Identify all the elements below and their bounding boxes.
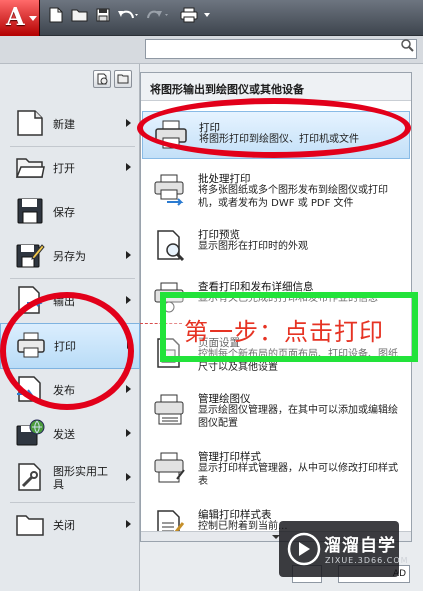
- menu-item-label: 图形实用工具: [53, 465, 108, 491]
- menu-item-close[interactable]: 关闭: [0, 503, 140, 547]
- submenu-item-description: 将图形打印到绘图仪、打印机或文件: [199, 134, 359, 145]
- plot-preview-icon: [157, 230, 185, 262]
- plot-style-manager-icon: [154, 452, 185, 483]
- save-as-icon: [16, 244, 45, 268]
- chevron-right-icon: [127, 341, 132, 349]
- submenu-item-print[interactable]: 打印 将图形打印到绘图仪、打印机或文件: [142, 111, 410, 159]
- open-icon[interactable]: [70, 6, 90, 24]
- submenu-item-description: 显示绘图仪管理器，在其中可以添加或编辑绘图仪配置: [198, 405, 398, 429]
- chevron-right-icon: [126, 429, 131, 437]
- watermark-logo-icon: [287, 532, 321, 566]
- search-icon[interactable]: [400, 38, 414, 55]
- chevron-right-icon: [126, 163, 131, 171]
- submenu-item-description: 显示图形在打印时的外观: [198, 241, 308, 252]
- menu-item-print[interactable]: 打印: [0, 323, 140, 369]
- redo-icon[interactable]: [146, 6, 170, 24]
- menu-item-drawing-utilities[interactable]: 图形实用工具: [0, 456, 140, 500]
- recent-documents-icon[interactable]: [93, 70, 111, 88]
- export-icon: [18, 286, 43, 314]
- menu-item-open[interactable]: 打开: [0, 146, 140, 190]
- submenu-item-batch-plot[interactable]: 批处理打印 将多张图纸或多个图形发布到绘图仪或打印机，或者发布为 DWF 或 P…: [142, 171, 410, 217]
- menu-item-label: 新建: [53, 117, 75, 131]
- annotation-text: 第一步：点击打印: [184, 318, 384, 346]
- submenu-title: 将图形输出到绘图仪或其他设备: [150, 83, 304, 96]
- printer-icon: [17, 332, 45, 358]
- menu-item-label: 打开: [53, 161, 75, 175]
- submenu-header: 将图形输出到绘图仪或其他设备: [141, 73, 411, 101]
- menu-item-label: 打印: [54, 339, 76, 353]
- plotter-manager-icon: [154, 394, 184, 425]
- undo-icon[interactable]: [116, 6, 140, 24]
- menu-item-label: 发布: [53, 383, 75, 397]
- submenu-item-plot-preview[interactable]: 打印预览 显示图形在打印时的外观: [142, 227, 410, 263]
- batch-plot-icon: [154, 174, 184, 206]
- chevron-right-icon: [126, 473, 131, 481]
- menu-item-new[interactable]: 新建: [0, 102, 140, 146]
- chevron-right-icon: [126, 251, 131, 259]
- menu-item-send[interactable]: 发送: [0, 412, 140, 456]
- save-icon[interactable]: [95, 6, 111, 24]
- application-menu-button[interactable]: A: [0, 0, 40, 36]
- menu-item-label: 保存: [53, 205, 75, 219]
- app-logo-icon: A: [6, 2, 25, 31]
- new-icon[interactable]: [48, 6, 64, 24]
- submenu-item-description: 显示打印样式管理器，从中可以修改打印样式表: [198, 463, 398, 487]
- title-bar: A: [0, 0, 423, 36]
- menu-item-label: 另存为: [53, 249, 86, 263]
- submenu-item-description: 将多张图纸或多个图形发布到绘图仪或打印机，或者发布为 DWF 或 PDF 文件: [198, 185, 388, 209]
- chevron-right-icon: [126, 296, 131, 304]
- search-bar: [0, 36, 423, 64]
- chevron-right-icon: [126, 119, 131, 127]
- submenu-item-plot-style-manager[interactable]: 管理打印样式 显示打印样式管理器，从中可以修改打印样式表: [142, 449, 410, 495]
- chevron-down-icon: [29, 16, 37, 21]
- watermark: 溜溜自学 ZIXUE.3D66.COM: [279, 521, 408, 577]
- send-icon: [16, 419, 45, 446]
- chevron-right-icon: [126, 385, 131, 393]
- chevron-right-icon: [126, 520, 131, 528]
- menu-item-label: 输出: [53, 294, 75, 308]
- search-input[interactable]: [145, 39, 417, 59]
- publish-icon: [17, 376, 41, 402]
- close-folder-icon: [16, 515, 44, 536]
- menu-item-publish[interactable]: 发布: [0, 368, 140, 412]
- menu-item-export[interactable]: 输出: [0, 279, 140, 323]
- watermark-url: ZIXUE.3D66.COM: [325, 556, 409, 565]
- watermark-name: 溜溜自学: [324, 536, 396, 556]
- save-disk-icon: [17, 198, 43, 224]
- new-document-icon: [17, 110, 43, 136]
- menu-item-label: 发送: [53, 427, 75, 441]
- open-folder-icon: [15, 158, 45, 178]
- menu-item-save-as[interactable]: 另存为: [0, 234, 140, 278]
- drawing-utilities-icon: [18, 463, 41, 491]
- printer-icon: [155, 120, 187, 149]
- print-icon[interactable]: [180, 6, 214, 24]
- open-documents-icon[interactable]: [114, 70, 132, 88]
- menu-item-save[interactable]: 保存: [0, 190, 140, 234]
- submenu-item-plotter-manager[interactable]: 管理绘图仪 显示绘图仪管理器，在其中可以添加或编辑绘图仪配置: [142, 391, 410, 437]
- menu-item-label: 关闭: [53, 518, 75, 532]
